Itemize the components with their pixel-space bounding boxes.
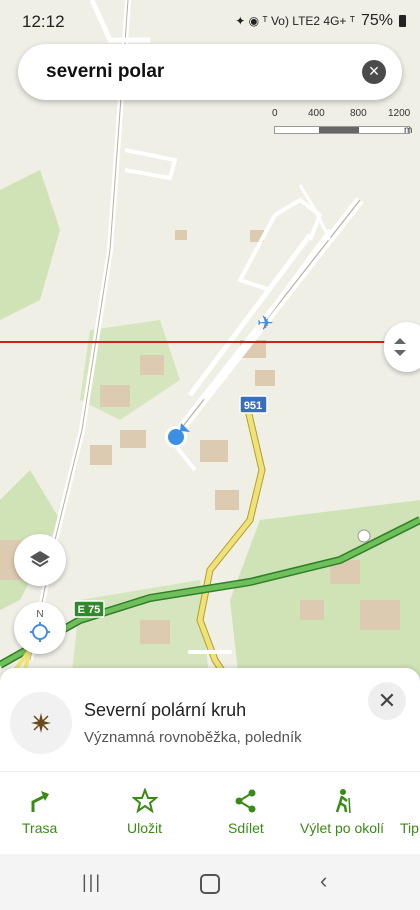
- side-panel-toggle[interactable]: [384, 322, 420, 372]
- search-bar[interactable]: severni polar ×: [18, 44, 402, 100]
- compass-north-label: N: [36, 608, 44, 620]
- road-shield-951-label: 951: [244, 400, 262, 412]
- airport-icon[interactable]: ✈: [257, 311, 274, 335]
- poi-category-icon: [10, 692, 72, 754]
- nearby-trip-button[interactable]: Výlet po okolí: [300, 788, 384, 836]
- map-scale: 0 400 800 1200 m: [272, 108, 416, 138]
- back-button[interactable]: ‹: [320, 868, 327, 894]
- save-button[interactable]: Uložit: [127, 788, 162, 836]
- sheet-drag-handle[interactable]: [188, 650, 232, 654]
- forest-area: [230, 500, 420, 690]
- search-input[interactable]: severni polar: [46, 61, 164, 83]
- compass-icon: [30, 621, 50, 642]
- battery-level: 75%: [360, 12, 393, 29]
- poi-subtitle: Významná rovnoběžka, poledník: [84, 729, 302, 746]
- save-label: Uložit: [127, 820, 163, 836]
- battery-icon: [399, 15, 406, 27]
- status-time: 12:12: [22, 12, 65, 31]
- tip-label: Tip: [400, 820, 419, 836]
- expand-collapse-icon: [394, 338, 406, 356]
- status-bar: 12:12 ✦ ◉ ᵀ Vo) LTE2 4G+ ᵀ 75%: [0, 0, 420, 42]
- route-icon: [31, 791, 49, 812]
- action-bar: Trasa Uložit Sdílet Výlet po okolí Tip: [0, 771, 420, 856]
- nearby-trip-label: Výlet po okolí: [300, 820, 385, 836]
- share-button[interactable]: Sdílet: [228, 788, 264, 836]
- compass-button[interactable]: N: [14, 602, 66, 654]
- scale-bar: [274, 126, 410, 134]
- scale-tick: 1200: [388, 108, 411, 119]
- layers-button[interactable]: [14, 534, 66, 586]
- home-button[interactable]: [200, 874, 220, 894]
- share-label: Sdílet: [228, 820, 264, 836]
- tip-button[interactable]: Tip: [400, 788, 419, 836]
- compass-star-icon: [31, 713, 51, 733]
- system-nav-bar: ||| ‹: [0, 854, 420, 910]
- route-button[interactable]: Trasa: [22, 788, 57, 836]
- junction-marker: [357, 529, 371, 543]
- status-icons: ✦ ◉ ᵀ Vo) LTE2 4G+ ᵀ 75%: [235, 12, 406, 30]
- poi-title: Severní polární kruh: [84, 700, 247, 720]
- close-sheet-button[interactable]: ✕: [368, 682, 406, 720]
- recent-apps-button[interactable]: |||: [82, 872, 102, 893]
- scale-tick: 400: [308, 108, 325, 119]
- road-shield-e75-label: E 75: [78, 604, 101, 616]
- scale-tick: 800: [350, 108, 367, 119]
- map-canvas[interactable]: ✈ 951 E 75: [0, 0, 420, 692]
- route-label: Trasa: [22, 820, 58, 836]
- scale-unit: m: [404, 125, 413, 136]
- status-indicators: ✦ ◉ ᵀ Vo) LTE2 4G+ ᵀ: [235, 14, 355, 28]
- scale-tick: 0: [272, 108, 278, 119]
- clear-search-button[interactable]: ×: [362, 60, 386, 84]
- layers-icon: [30, 551, 50, 568]
- share-icon: [235, 789, 256, 813]
- map-view[interactable]: ✈ 951 E 75: [0, 0, 420, 692]
- hiker-icon: [335, 789, 351, 814]
- star-icon: [131, 788, 158, 814]
